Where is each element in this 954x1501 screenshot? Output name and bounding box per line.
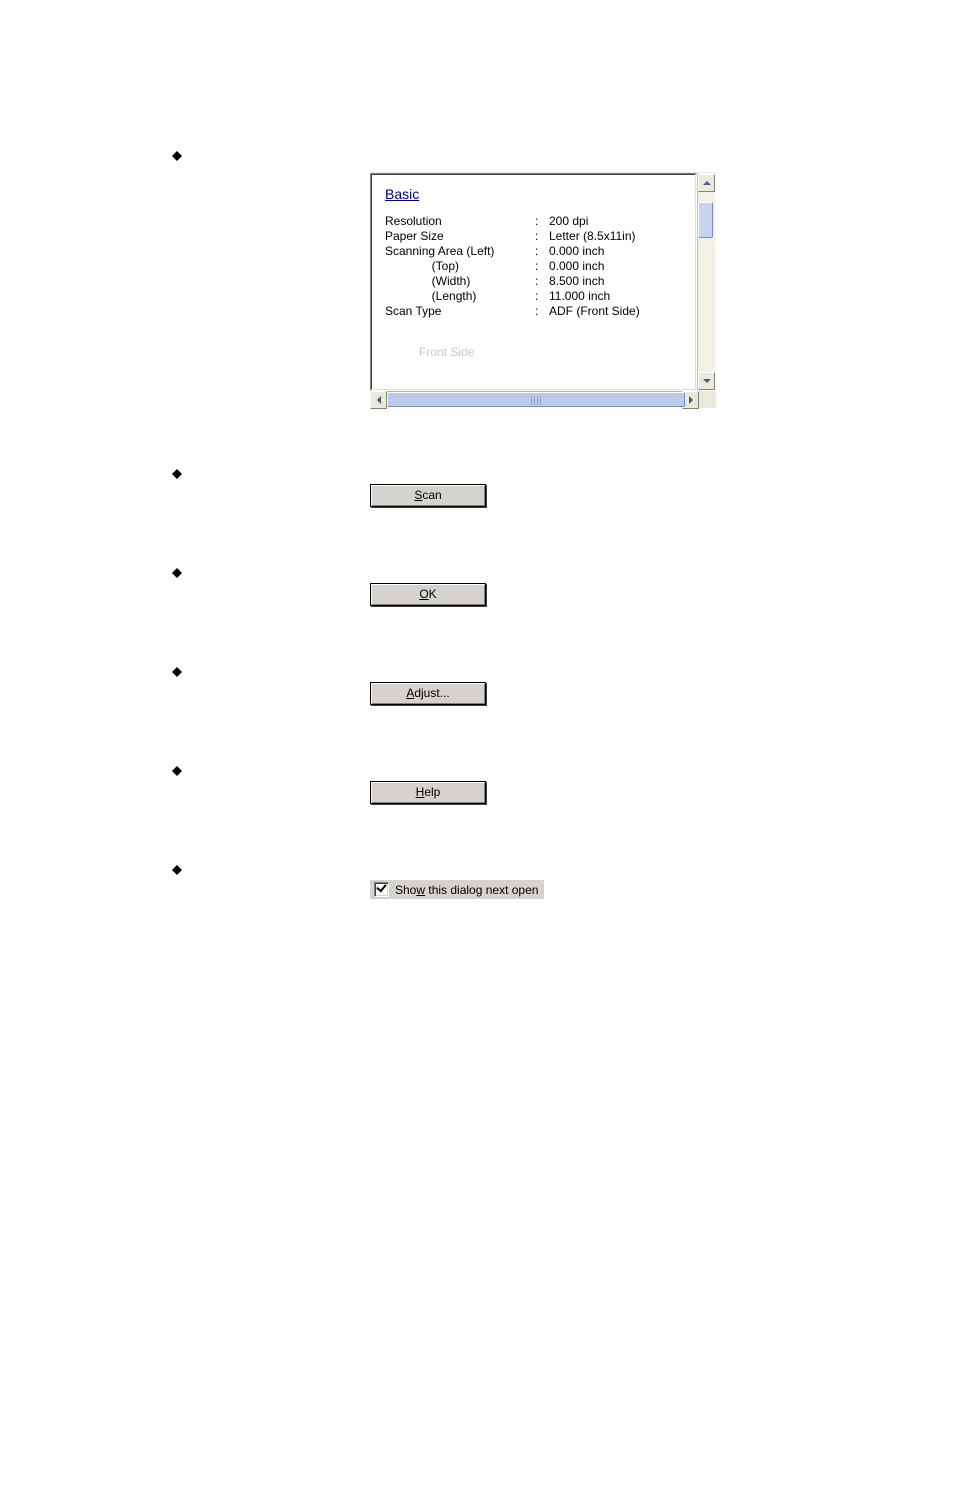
vertical-scroll-track[interactable] bbox=[698, 192, 715, 372]
mnemonic-char: O bbox=[419, 587, 428, 601]
scroll-down-button[interactable] bbox=[698, 372, 715, 390]
checkbox-label: Show this dialog next open bbox=[395, 883, 538, 897]
horizontal-scrollbar[interactable] bbox=[370, 391, 716, 408]
settings-row: (Length) : 11.000 inch bbox=[385, 289, 686, 304]
settings-row: Paper Size : Letter (8.5x11in) bbox=[385, 229, 686, 244]
settings-cutoff-text: Front Side bbox=[419, 345, 686, 359]
settings-value: ADF (Front Side) bbox=[549, 304, 640, 319]
settings-key: (Top) bbox=[385, 259, 535, 274]
checkbox-icon[interactable] bbox=[374, 882, 389, 897]
scan-button[interactable]: Scan bbox=[370, 484, 486, 507]
ok-button[interactable]: OK bbox=[370, 583, 486, 606]
scroll-grip-icon bbox=[531, 396, 541, 405]
settings-value: 8.500 inch bbox=[549, 274, 604, 289]
settings-row: (Width) : 8.500 inch bbox=[385, 274, 686, 289]
settings-key: Scanning Area (Left) bbox=[385, 244, 535, 259]
scroll-up-button[interactable] bbox=[698, 174, 715, 192]
settings-key: Resolution bbox=[385, 214, 535, 229]
settings-key: (Length) bbox=[385, 289, 535, 304]
bullet-icon bbox=[172, 563, 182, 573]
horizontal-scroll-thumb[interactable] bbox=[387, 392, 685, 407]
vertical-scroll-thumb[interactable] bbox=[698, 202, 713, 238]
button-label-rest: K bbox=[429, 587, 437, 601]
bullet-icon bbox=[172, 464, 182, 474]
button-label-rest: djust... bbox=[414, 686, 449, 700]
settings-value: Letter (8.5x11in) bbox=[549, 229, 636, 244]
scroll-left-button[interactable] bbox=[370, 391, 387, 409]
chevron-right-icon bbox=[689, 396, 693, 404]
button-label-rest: can bbox=[422, 488, 441, 502]
settings-value: 0.000 inch bbox=[549, 259, 604, 274]
settings-summary-panel: Basic Resolution : 200 dpi Paper Size : … bbox=[370, 172, 716, 391]
chevron-left-icon bbox=[377, 396, 381, 404]
help-button[interactable]: Help bbox=[370, 781, 486, 804]
scrollbar-corner bbox=[699, 391, 716, 408]
mnemonic-char: w bbox=[416, 883, 425, 897]
settings-key: Scan Type bbox=[385, 304, 535, 319]
bullet-icon bbox=[172, 146, 182, 156]
horizontal-scroll-track[interactable] bbox=[387, 391, 682, 408]
settings-row: (Top) : 0.000 inch bbox=[385, 259, 686, 274]
button-label-rest: elp bbox=[424, 785, 440, 799]
settings-value: 11.000 inch bbox=[549, 289, 610, 304]
settings-key: Paper Size bbox=[385, 229, 535, 244]
basic-heading-link[interactable]: Basic bbox=[385, 186, 419, 202]
vertical-scrollbar[interactable] bbox=[697, 173, 716, 391]
settings-key: (Width) bbox=[385, 274, 535, 289]
settings-value: 200 dpi bbox=[549, 214, 588, 229]
settings-value: 0.000 inch bbox=[549, 244, 604, 259]
settings-row: Scanning Area (Left) : 0.000 inch bbox=[385, 244, 686, 259]
show-dialog-next-open-checkbox[interactable]: Show this dialog next open bbox=[370, 880, 544, 899]
bullet-icon bbox=[172, 860, 182, 870]
bullet-icon bbox=[172, 662, 182, 672]
chevron-down-icon bbox=[703, 379, 711, 383]
settings-row: Resolution : 200 dpi bbox=[385, 214, 686, 229]
chevron-up-icon bbox=[703, 181, 711, 185]
settings-list: Resolution : 200 dpi Paper Size : Letter… bbox=[385, 214, 686, 319]
adjust-button[interactable]: Adjust... bbox=[370, 682, 486, 705]
bullet-icon bbox=[172, 761, 182, 771]
settings-row: Scan Type : ADF (Front Side) bbox=[385, 304, 686, 319]
